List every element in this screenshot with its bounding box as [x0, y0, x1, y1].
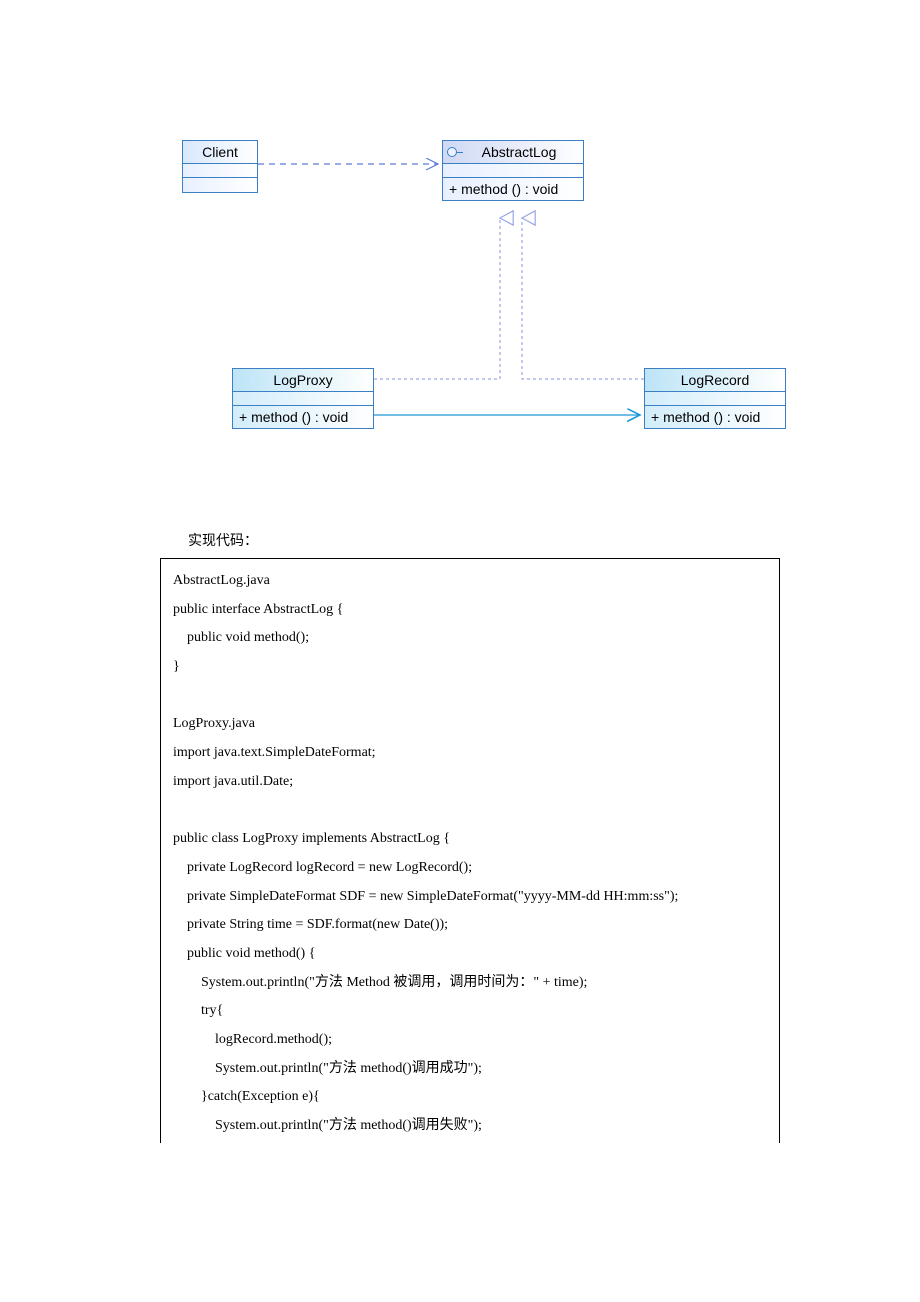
class-op: + method () : void: [233, 406, 373, 428]
class-op: + method () : void: [443, 178, 583, 200]
code-line: }catch(Exception e){: [173, 1089, 320, 1104]
class-op: + method () : void: [645, 406, 785, 428]
class-name: Client: [183, 141, 257, 164]
class-ops: [183, 178, 257, 192]
uml-interface-abstractlog: AbstractLog + method () : void: [442, 140, 584, 201]
code-line: try{: [173, 1003, 223, 1018]
class-name: LogProxy: [233, 369, 373, 392]
interface-icon: [447, 147, 457, 157]
code-line: LogProxy.java: [173, 716, 255, 731]
code-line: System.out.println("方法 method()调用失败");: [173, 1118, 482, 1133]
code-section-label: 实现代码：: [188, 530, 780, 550]
code-listing: AbstractLog.java public interface Abstra…: [160, 558, 780, 1143]
code-line: System.out.println("方法 Method 被调用，调用时间为：…: [173, 975, 587, 990]
code-line: public interface AbstractLog {: [173, 602, 343, 617]
uml-class-logproxy: LogProxy + method () : void: [232, 368, 374, 429]
code-line: private String time = SDF.format(new Dat…: [173, 917, 448, 932]
code-line: import java.text.SimpleDateFormat;: [173, 745, 376, 760]
uml-class-client: Client: [182, 140, 258, 193]
class-attrs: [183, 164, 257, 178]
code-line: }: [173, 659, 180, 674]
code-line: public void method();: [173, 630, 309, 645]
uml-class-diagram: Client AbstractLog + method () : void Lo…: [160, 140, 800, 470]
class-name-text: AbstractLog: [482, 144, 557, 160]
code-line: AbstractLog.java: [173, 573, 270, 588]
code-line: public class LogProxy implements Abstrac…: [173, 831, 450, 846]
code-line: import java.util.Date;: [173, 774, 293, 789]
code-line: public void method() {: [173, 946, 315, 961]
uml-class-logrecord: LogRecord + method () : void: [644, 368, 786, 429]
class-name: AbstractLog: [443, 141, 583, 164]
code-line: logRecord.method();: [173, 1032, 332, 1047]
code-line: private LogRecord logRecord = new LogRec…: [173, 860, 472, 875]
class-name: LogRecord: [645, 369, 785, 392]
code-line: private SimpleDateFormat SDF = new Simpl…: [173, 889, 678, 904]
code-line: System.out.println("方法 method()调用成功");: [173, 1061, 482, 1076]
class-attrs: [443, 164, 583, 178]
class-attrs: [233, 392, 373, 406]
class-attrs: [645, 392, 785, 406]
